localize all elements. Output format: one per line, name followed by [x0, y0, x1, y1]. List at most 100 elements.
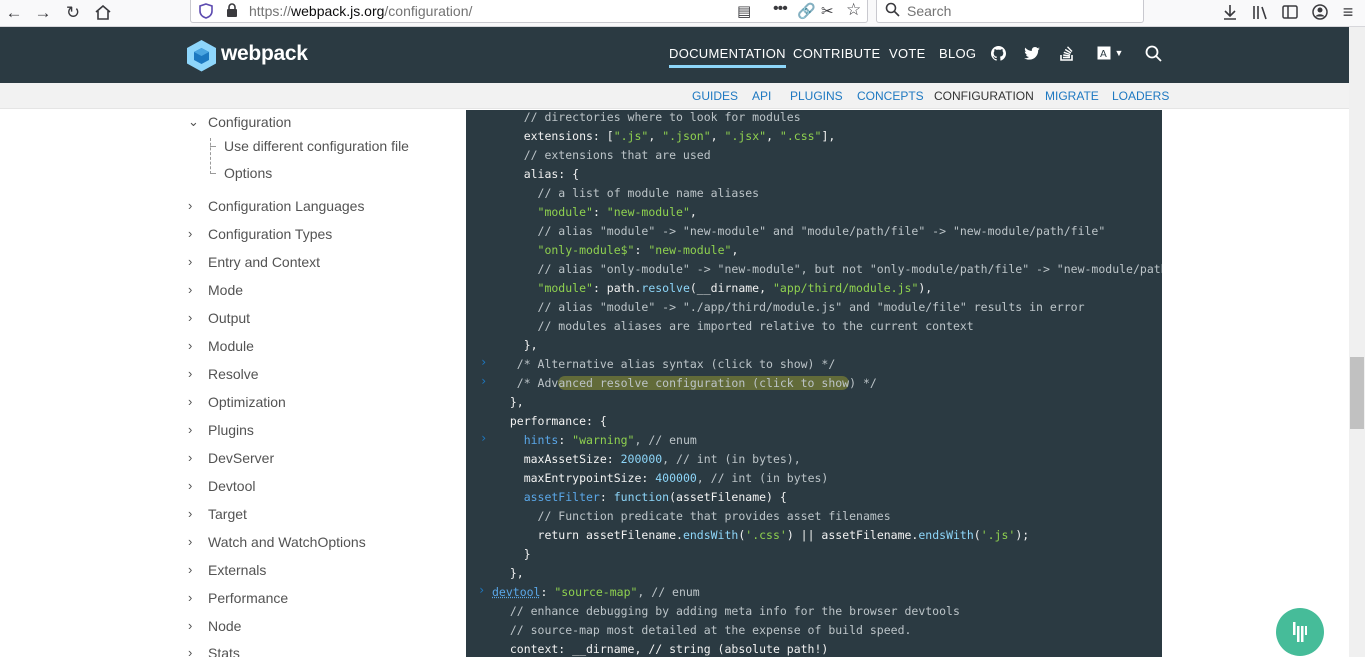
code-line: alias: { [496, 167, 580, 181]
chevron-right-icon: › [188, 254, 193, 269]
code-toggle-alt-alias[interactable]: /* Alternative alias syntax (click to sh… [496, 355, 836, 374]
github-icon[interactable] [989, 44, 1007, 62]
webpack-logo-icon[interactable] [186, 39, 217, 72]
code-line: return assetFilename.endsWith('.css') ||… [496, 528, 1030, 542]
code-block: // directories where to look for modules… [466, 110, 1162, 657]
code-line: // Function predicate that provides asse… [496, 509, 891, 523]
chevron-right-icon: › [188, 506, 193, 521]
code-line: // alias "module" -> "new-module" and "m… [496, 224, 1106, 238]
search-bar[interactable]: Search [876, 0, 1144, 23]
code-line: maxEntrypointSize: 400000, // int (in by… [496, 471, 829, 485]
subnav-guides[interactable]: GUIDES [692, 89, 738, 103]
lock-icon[interactable] [226, 3, 238, 23]
chevron-down-icon: ⌄ [188, 114, 199, 129]
gitter-icon [1293, 622, 1307, 642]
subnav-migrate[interactable]: MIGRATE [1045, 89, 1099, 103]
code-line: "only-module$": "new-module", [496, 243, 739, 257]
expand-chevron-icon[interactable]: › [480, 355, 490, 369]
chevron-right-icon: › [188, 562, 193, 577]
url-bar[interactable]: https://webpack.js.org/configuration/ ▤ … [190, 0, 868, 23]
code-toggle-advanced-resolve[interactable]: /* Advanced resolve configuration (click… [496, 374, 877, 393]
code-line: hints: "warning", // enum [496, 433, 697, 447]
reload-icon[interactable]: ↻ [61, 1, 85, 23]
logo-text[interactable]: webpack [221, 42, 308, 66]
library-icon[interactable] [1248, 1, 1272, 23]
subnav-concepts[interactable]: CONCEPTS [857, 89, 924, 103]
code-line: performance: { [496, 414, 607, 428]
code-line: } [496, 547, 531, 561]
stackoverflow-icon[interactable] [1058, 44, 1076, 62]
account-icon[interactable] [1308, 1, 1332, 23]
nav-vote[interactable]: VOTE [889, 46, 926, 61]
sidebar-sub-use-different-file[interactable]: Use different configuration file [224, 138, 409, 154]
nav-blog[interactable]: BLOG [939, 46, 976, 61]
link-icon[interactable]: 🔗 [797, 2, 816, 20]
sidebar-icon[interactable] [1278, 1, 1302, 23]
code-line: // enhance debugging by adding meta info… [496, 604, 960, 618]
chevron-right-icon: › [188, 198, 193, 213]
code-line: }, [496, 395, 524, 409]
site-search-icon[interactable] [1144, 44, 1162, 62]
nav-documentation[interactable]: DOCUMENTATION [669, 46, 786, 68]
chevron-right-icon: › [188, 366, 193, 381]
chevron-right-icon: › [188, 450, 193, 465]
tree-tick [210, 146, 216, 147]
code-line: // directories where to look for modules [496, 110, 801, 124]
sub-navigation: GUIDES API PLUGINS CONCEPTS CONFIGURATIO… [0, 83, 1349, 109]
menu-icon[interactable]: ≡ [1336, 1, 1360, 23]
chevron-right-icon: › [188, 422, 193, 437]
bookmark-star-icon[interactable]: ☆ [846, 0, 861, 20]
site-header: webpack DOCUMENTATION CONTRIBUTE VOTE BL… [0, 27, 1349, 83]
subnav-loaders[interactable]: LOADERS [1112, 89, 1169, 103]
tree-line [210, 138, 211, 174]
chevron-right-icon: › [188, 310, 193, 325]
code-line: // alias "only-module" -> "new-module", … [496, 262, 1162, 276]
browser-toolbar: ← → ↻ https://webpack.js.org/configurati… [0, 0, 1365, 27]
search-input[interactable]: Search [907, 3, 951, 19]
code-line: // extensions that are used [496, 148, 711, 162]
code-line: devtool: "source-map", // enum [492, 585, 700, 599]
sidebar-sub-options[interactable]: Options [224, 165, 272, 181]
forward-icon[interactable]: → [31, 1, 55, 23]
chevron-right-icon: › [188, 645, 193, 657]
url-text[interactable]: https://webpack.js.org/configuration/ [249, 3, 472, 19]
code-line: "module": path.resolve(__dirname, "app/t… [496, 281, 933, 295]
chevron-right-icon: › [188, 590, 193, 605]
code-line: assetFilter: function(assetFilename) { [496, 490, 787, 504]
expand-chevron-icon[interactable]: › [480, 374, 490, 388]
screenshot-icon[interactable]: ✂ [821, 2, 834, 20]
subnav-plugins[interactable]: PLUGINS [790, 89, 843, 103]
sidebar: ⌄ Configuration Use different configurat… [180, 110, 466, 657]
code-line: // a list of module name aliases [496, 186, 760, 200]
scrollbar-thumb[interactable] [1350, 357, 1364, 429]
search-icon [885, 2, 900, 22]
back-icon[interactable]: ← [2, 1, 26, 23]
downloads-icon[interactable] [1218, 1, 1242, 23]
code-line: }, [496, 566, 524, 580]
chevron-right-icon: › [188, 394, 193, 409]
chevron-right-icon: › [188, 534, 193, 549]
chevron-right-icon: › [188, 338, 193, 353]
code-line: // source-map most detailed at the expen… [496, 623, 912, 637]
twitter-icon[interactable] [1023, 44, 1041, 62]
code-line: // modules aliases are imported relative… [496, 319, 974, 333]
chevron-right-icon: › [188, 478, 193, 493]
chevron-right-icon: › [188, 282, 193, 297]
expand-chevron-icon[interactable]: › [478, 583, 488, 597]
nav-contribute[interactable]: CONTRIBUTE [793, 46, 881, 61]
language-selector-icon[interactable]: A ▼ [1095, 44, 1125, 62]
expand-chevron-icon[interactable]: › [480, 431, 490, 445]
gitter-chat-button[interactable] [1276, 608, 1324, 656]
page-actions-icon[interactable]: ••• [773, 0, 788, 18]
subnav-api[interactable]: API [752, 89, 771, 103]
home-icon[interactable] [91, 1, 115, 23]
page-scrollbar[interactable] [1349, 27, 1365, 657]
code-line: extensions: [".js", ".json", ".jsx", ".c… [496, 129, 836, 143]
reader-view-icon[interactable]: ▤ [737, 2, 751, 20]
tracking-shield-icon[interactable] [199, 3, 213, 24]
tree-tick [210, 173, 216, 174]
subnav-configuration[interactable]: CONFIGURATION [934, 89, 1034, 103]
highlight-mark: anced resolve configuration (click to sh… [558, 376, 850, 390]
code-line: context: __dirname, // string (absolute … [496, 642, 829, 656]
svg-text:A: A [1100, 49, 1107, 60]
